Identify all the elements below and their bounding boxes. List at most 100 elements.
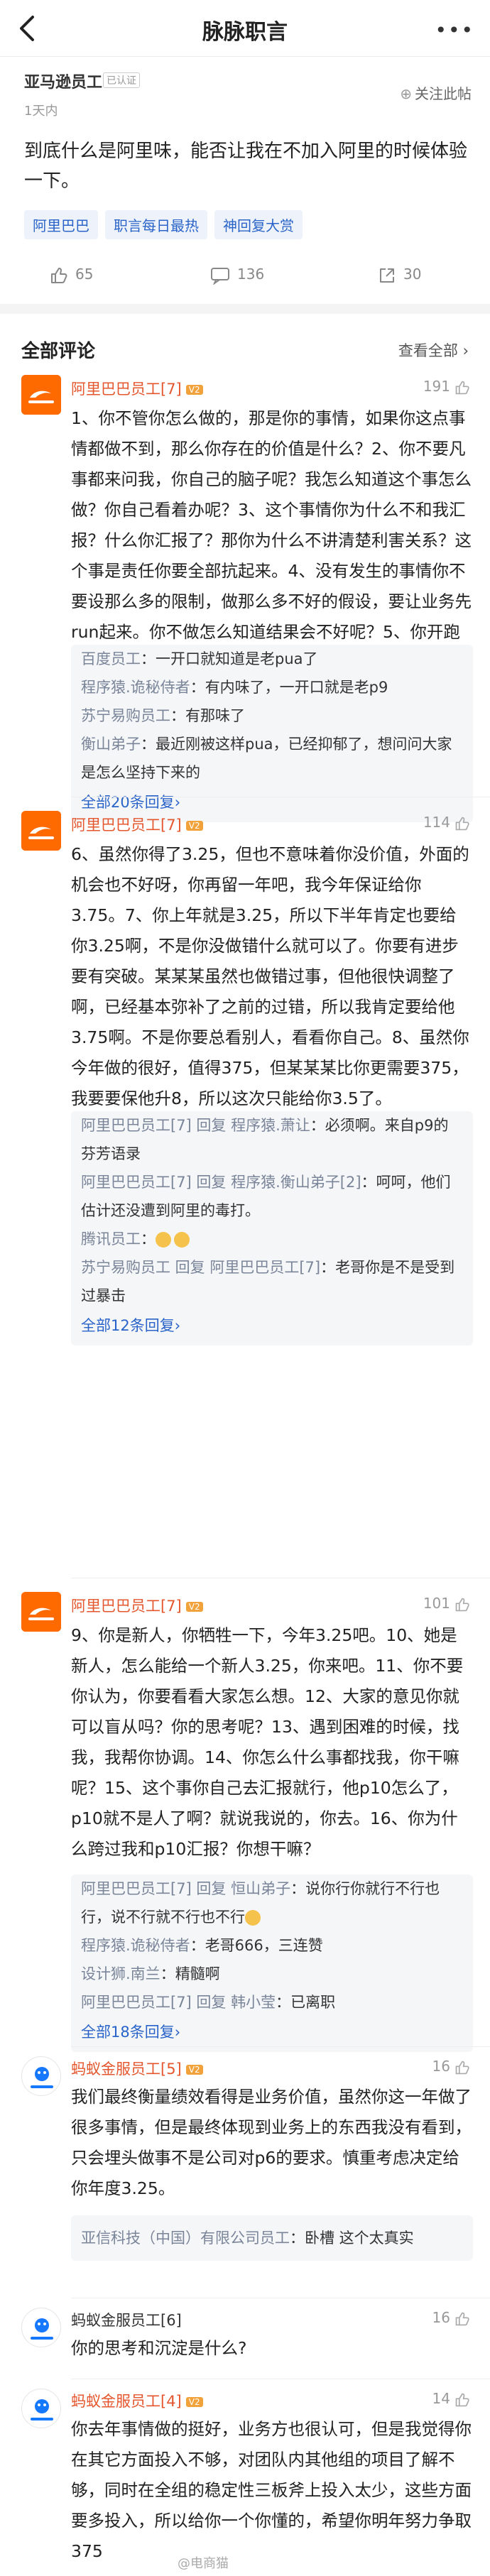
comment-like-count: 16: [432, 2309, 450, 2326]
reply-author: 阿里巴巴员工[7] 回复 韩小莹: [81, 1994, 276, 2011]
comment-like-button[interactable]: 101: [423, 1595, 470, 1612]
tag-list: 阿里巴巴 职言每日最热 神回复大赏: [24, 210, 310, 239]
tag-item[interactable]: 神回复大赏: [214, 210, 303, 239]
comment-author-name: 蚂蚁金服员工[6]: [71, 2312, 182, 2329]
thumbs-up-icon: [455, 1598, 469, 1611]
emoji-icon: [156, 1232, 171, 1248]
reply-author: 衡山弟子: [81, 736, 141, 753]
level-badge: V2: [185, 2065, 203, 2075]
comment-button[interactable]: 136: [210, 266, 264, 285]
reply-text: 老哥666，三连赞: [205, 1937, 323, 1954]
comment-like-button[interactable]: 14: [432, 2390, 470, 2408]
thumbs-up-icon: [51, 267, 67, 283]
comment-like-count: 14: [432, 2390, 450, 2407]
reply-author: 阿里巴巴员工[7] 回复 恒山弟子: [81, 1880, 291, 1897]
comment-body: 你去年事情做的挺好，业务方也很认可，但是我觉得你在其它方面投入不够，对团队内其他…: [71, 2419, 472, 2561]
reply-item[interactable]: 腾讯员工：: [71, 1225, 473, 1253]
post-actions: 65 136 30: [0, 249, 490, 300]
alibaba-logo-icon: [21, 811, 61, 851]
reply-author: 亚信科技（中国）有限公司员工: [81, 2230, 290, 2247]
reply-item[interactable]: 阿里巴巴员工[7] 回复 恒山弟子：说你行你就行不行也行，说不行就不行也不行: [71, 1874, 473, 1931]
comment-like-button[interactable]: 16: [432, 2058, 470, 2075]
reply-item[interactable]: 阿里巴巴员工[7] 回复 韩小莹：已离职: [71, 1988, 473, 2016]
reply-box: 阿里巴巴员工[7] 回复 程序猿.萧让：必须啊。来自p9的芬芳语录 阿里巴巴员工…: [71, 1111, 473, 1346]
share-button[interactable]: 30: [378, 266, 421, 285]
comment-author-name: 阿里巴巴员工[7]: [71, 817, 182, 834]
like-button[interactable]: 65: [50, 266, 93, 285]
comment-like-count: 114: [423, 814, 450, 831]
comment-author[interactable]: 蚂蚁金服员工[4] V2: [71, 2390, 203, 2411]
reply-item[interactable]: 苏宁易购员工：有那味了: [71, 702, 473, 730]
comment-author-name: 蚂蚁金服员工[5]: [71, 2061, 182, 2078]
avatar[interactable]: [21, 2056, 61, 2096]
emoji-icon: [245, 1910, 261, 1926]
level-badge: V2: [185, 2397, 203, 2407]
page-title: 脉脉职言: [202, 20, 288, 45]
comment-like-button[interactable]: 16: [432, 2309, 470, 2327]
reply-item[interactable]: 亚信科技（中国）有限公司员工：卧槽 这个太真实: [71, 2215, 473, 2261]
watermark: @电商猫: [178, 2556, 229, 2571]
thumbs-up-icon: [455, 2061, 469, 2074]
tag-item[interactable]: 阿里巴巴: [24, 210, 98, 239]
thumbs-up-icon: [455, 817, 469, 830]
reply-item[interactable]: 设计狮.南兰：精髓啊: [71, 1960, 473, 1988]
comment-like-button[interactable]: 114: [423, 814, 470, 831]
comment-author[interactable]: 阿里巴巴员工[7] V2: [71, 1595, 203, 1616]
like-count: 65: [75, 266, 94, 283]
comment-author-name: 阿里巴巴员工[7]: [71, 1598, 182, 1615]
comment-author-name: 蚂蚁金服员工[4]: [71, 2393, 182, 2410]
comment-like-count: 16: [432, 2058, 450, 2075]
more-options-icon[interactable]: •••: [435, 18, 474, 42]
follow-label: 关注此帖: [415, 85, 472, 102]
ant-logo-icon: [31, 2318, 53, 2340]
follow-button[interactable]: ⊕ 关注此帖: [400, 82, 472, 103]
divider: [71, 2046, 490, 2047]
comment-body: 我们最终衡量绩效看得是业务价值，虽然你这一年做了很多事情，但是最终体现到业务上的…: [71, 2087, 472, 2198]
reply-item[interactable]: 百度员工：一开口就知道是老pua了: [71, 645, 473, 673]
avatar[interactable]: [21, 2389, 61, 2428]
comment-icon: [211, 267, 229, 285]
avatar[interactable]: [21, 811, 61, 851]
view-all-replies[interactable]: 全部12条回复›: [71, 1310, 473, 1346]
reply-item[interactable]: 阿里巴巴员工[7] 回复 程序猿.萧让：必须啊。来自p9的芬芳语录: [71, 1111, 473, 1168]
reply-text: 已离职: [290, 1994, 336, 2011]
comment-body: 你的思考和沉淀是什么?: [71, 2338, 247, 2358]
reply-text: 精髓啊: [175, 1965, 220, 1982]
reply-author: 阿里巴巴员工[7] 回复 程序猿.萧让: [81, 1117, 310, 1134]
author-badge: 已认证: [103, 72, 140, 88]
level-badge: V2: [185, 1602, 203, 1612]
comment-author[interactable]: 蚂蚁金服员工[5] V2: [71, 2058, 203, 2079]
thumbs-up-icon: [455, 2393, 469, 2406]
thumbs-up-icon: [455, 2312, 469, 2325]
reply-item[interactable]: 衡山弟子：最近刚被这样pua，已经抑郁了，想问问大家是怎么坚持下来的: [71, 730, 473, 787]
top-bar: 脉脉职言 •••: [0, 0, 490, 57]
level-badge: V2: [185, 821, 203, 831]
comment-author[interactable]: 阿里巴巴员工[7] V2: [71, 378, 203, 399]
reply-item[interactable]: 苏宁易购员工 回复 阿里巴巴员工[7]：老哥你是不是受到过暴击: [71, 1253, 473, 1310]
view-all-link[interactable]: 查看全部 ›: [398, 339, 469, 361]
reply-text: 一开口就知道是老pua了: [156, 650, 318, 667]
comment-author[interactable]: 蚂蚁金服员工[6]: [71, 2309, 182, 2330]
comment-like-count: 191: [423, 378, 450, 395]
reply-box: 阿里巴巴员工[7] 回复 恒山弟子：说你行你就行不行也行，说不行就不行也不行 程…: [71, 1874, 473, 2052]
reply-text: 卧槽 这个太真实: [305, 2230, 414, 2247]
ant-logo-icon: [31, 2067, 53, 2088]
avatar[interactable]: [21, 2308, 61, 2347]
comment-like-button[interactable]: 191: [423, 378, 470, 395]
emoji-icon: [174, 1232, 190, 1248]
post-author[interactable]: 亚马逊员工: [24, 70, 102, 92]
reply-text: 有那味了: [185, 707, 245, 724]
post-body: 到底什么是阿里味，能否让我在不加入阿里的时候体验一下。: [24, 141, 468, 192]
reply-item[interactable]: 程序猿.诡秘侍者：老哥666，三连赞: [71, 1931, 473, 1960]
avatar[interactable]: [21, 375, 61, 415]
tag-item[interactable]: 职言每日最热: [105, 210, 207, 239]
plus-icon: ⊕: [400, 85, 412, 102]
share-icon: [380, 268, 394, 283]
alibaba-logo-icon: [21, 1592, 61, 1632]
reply-item[interactable]: 阿里巴巴员工[7] 回复 程序猿.衡山弟子[2]：呵呵，他们估计还没遭到阿里的毒…: [71, 1168, 473, 1225]
reply-author: 程序猿.诡秘侍者: [81, 1937, 190, 1954]
reply-text: 有内味了，一开口就是老p9: [205, 679, 388, 696]
comment-author[interactable]: 阿里巴巴员工[7] V2: [71, 814, 203, 835]
avatar[interactable]: [21, 1592, 61, 1632]
reply-item[interactable]: 程序猿.诡秘侍者：有内味了，一开口就是老p9: [71, 673, 473, 702]
